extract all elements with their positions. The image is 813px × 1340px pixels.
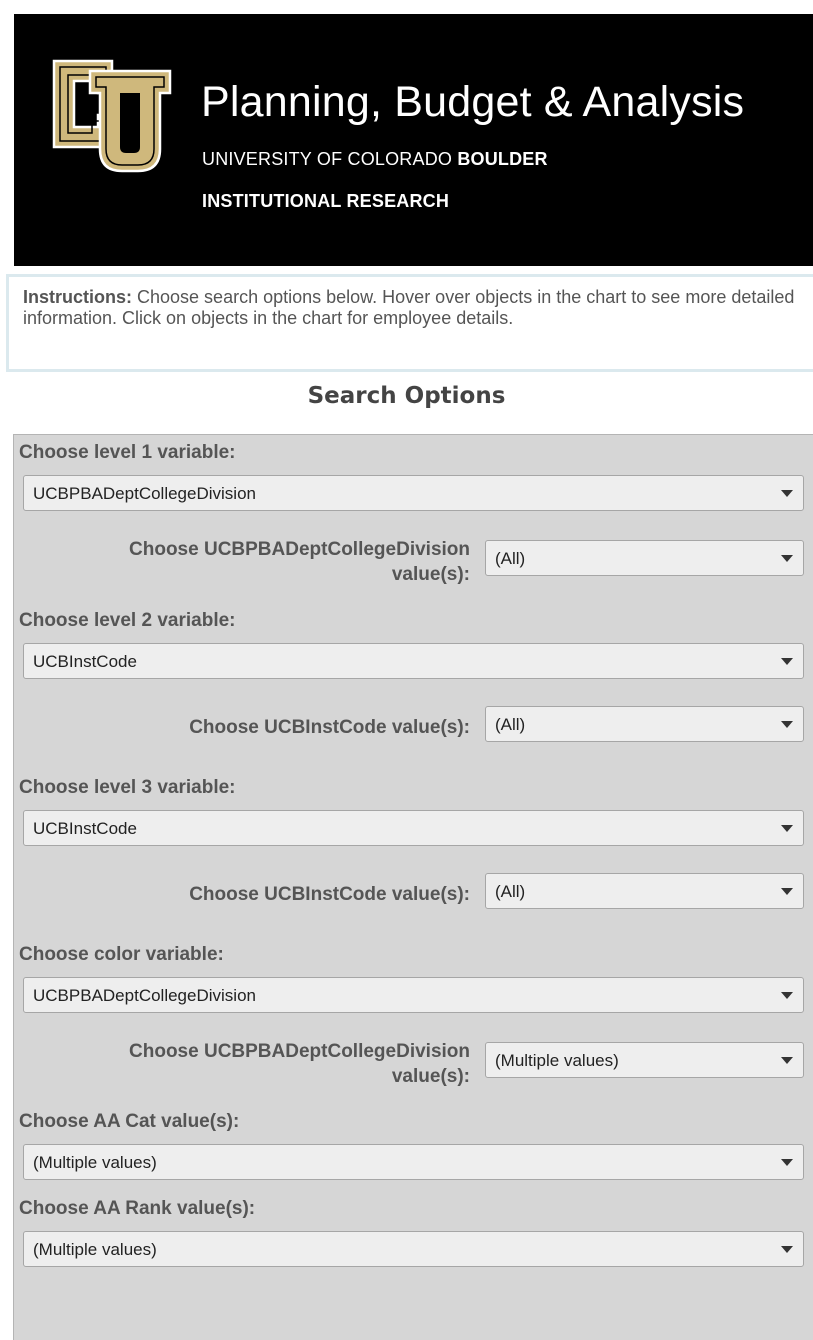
color-values-select-value: (Multiple values) [495, 1051, 619, 1070]
color-select-value: UCBPBADeptCollegeDivision [33, 986, 256, 1005]
aa-cat-select[interactable]: (Multiple values) [23, 1144, 804, 1180]
aa-rank-select[interactable]: (Multiple values) [23, 1231, 804, 1267]
color-label: Choose color variable: [19, 944, 224, 965]
level2-label: Choose level 2 variable: [19, 610, 236, 631]
aa-rank-label: Choose AA Rank value(s): [19, 1198, 256, 1219]
banner-department: INSTITUTIONAL RESEARCH [202, 191, 450, 211]
level3-select-value: UCBInstCode [33, 819, 137, 838]
color-values-label: Choose UCBPBADeptCollegeDivision value(s)… [129, 1039, 470, 1089]
chevron-down-icon [781, 721, 793, 728]
chevron-down-icon [781, 1246, 793, 1253]
color-select[interactable]: UCBPBADeptCollegeDivision [23, 977, 804, 1013]
level3-select[interactable]: UCBInstCode [23, 810, 804, 846]
chevron-down-icon [781, 992, 793, 999]
aa-cat-label: Choose AA Cat value(s): [19, 1111, 240, 1132]
level2-select-value: UCBInstCode [33, 652, 137, 671]
banner-university-regular: UNIVERSITY OF COLORADO [202, 149, 458, 169]
search-options-title: Search Options [307, 383, 506, 409]
level1-values-label-line1: Choose UCBPBADeptCollegeDivision [129, 539, 470, 560]
level2-values-select-value: (All) [495, 715, 526, 734]
instructions-text: Instructions: Choose search options belo… [23, 287, 803, 329]
level3-label: Choose level 3 variable: [19, 777, 236, 798]
level1-label: Choose level 1 variable: [19, 442, 236, 463]
chevron-down-icon [781, 1057, 793, 1064]
color-values-label-line1: Choose UCBPBADeptCollegeDivision [129, 1041, 470, 1062]
instructions-label: Instructions: [23, 287, 133, 307]
level3-values-select[interactable]: (All) [485, 873, 804, 909]
chevron-down-icon [781, 1159, 793, 1166]
level3-values-label: Choose UCBInstCode value(s): [189, 884, 470, 905]
banner-title: Planning, Budget & Analysis [201, 78, 745, 126]
color-values-label-line2: value(s): [391, 1066, 470, 1087]
level1-select-value: UCBPBADeptCollegeDivision [33, 484, 256, 503]
level1-select[interactable]: UCBPBADeptCollegeDivision [23, 475, 804, 511]
level2-select[interactable]: UCBInstCode [23, 643, 804, 679]
level2-values-select[interactable]: (All) [485, 706, 804, 742]
header-banner: Planning, Budget & Analysis UNIVERSITY O… [14, 14, 813, 266]
banner-university-bold: BOULDER [457, 149, 548, 169]
level1-values-select-value: (All) [495, 549, 526, 568]
chevron-down-icon [781, 658, 793, 665]
chevron-down-icon [781, 888, 793, 895]
aa-rank-select-value: (Multiple values) [33, 1240, 157, 1259]
level1-values-label: Choose UCBPBADeptCollegeDivision value(s)… [129, 537, 470, 587]
instructions-body: Choose search options below. Hover over … [23, 287, 795, 328]
cu-logo-icon [52, 59, 172, 173]
level2-values-label: Choose UCBInstCode value(s): [189, 717, 470, 738]
chevron-down-icon [781, 825, 793, 832]
chevron-down-icon [781, 555, 793, 562]
level1-values-label-line2: value(s): [391, 564, 470, 585]
color-values-select[interactable]: (Multiple values) [485, 1042, 804, 1078]
level3-values-select-value: (All) [495, 882, 526, 901]
chevron-down-icon [781, 490, 793, 497]
banner-university: UNIVERSITY OF COLORADO BOULDER [202, 149, 548, 170]
aa-cat-select-value: (Multiple values) [33, 1153, 157, 1172]
level1-values-select[interactable]: (All) [485, 540, 804, 576]
instructions-box: Instructions: Choose search options belo… [6, 274, 813, 372]
